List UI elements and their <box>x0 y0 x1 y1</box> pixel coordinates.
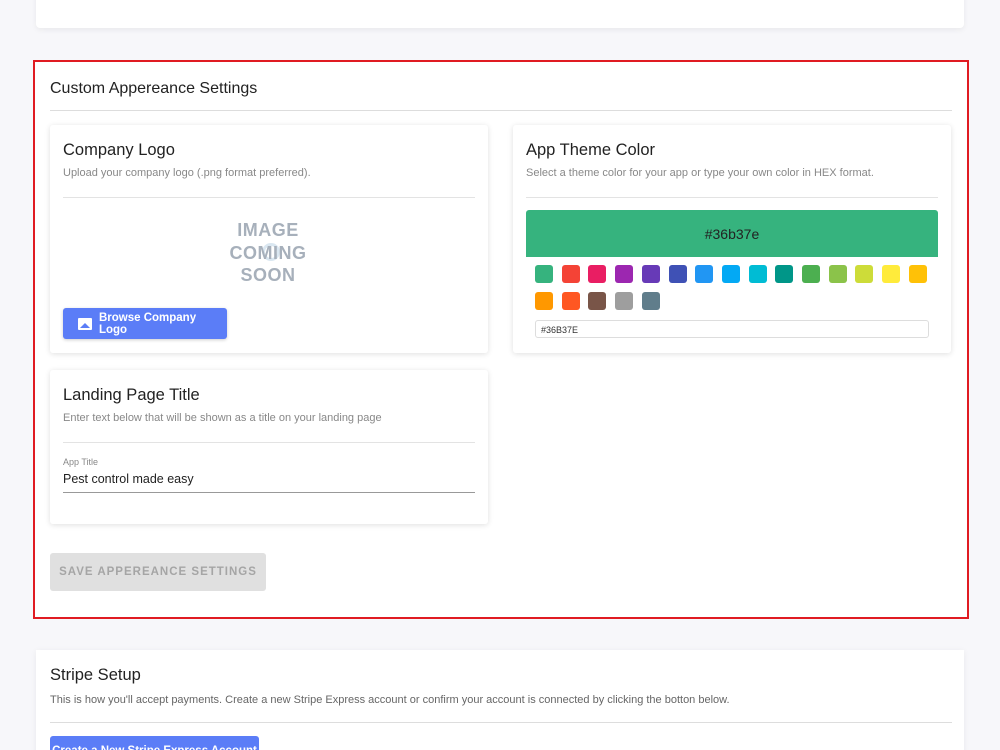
panel-title: App Theme Color <box>526 141 656 159</box>
color-swatch[interactable] <box>802 265 820 283</box>
color-swatch[interactable] <box>615 292 634 310</box>
divider <box>50 110 952 111</box>
color-swatch[interactable] <box>641 265 660 283</box>
image-icon <box>78 317 92 330</box>
color-swatch[interactable] <box>828 265 847 283</box>
color-swatch[interactable] <box>668 265 687 283</box>
color-swatch[interactable] <box>775 265 794 283</box>
color-swatch[interactable] <box>535 292 553 310</box>
divider <box>63 197 475 198</box>
browse-company-logo-button[interactable]: Browse Company Logo <box>63 308 227 339</box>
input-underline <box>63 492 475 493</box>
logo-placeholder-image: IMAGE COMING SOON <box>218 219 318 287</box>
button-label: Browse Company Logo <box>98 311 197 336</box>
stripe-setup-card: Stripe Setup This is how you'll accept p… <box>36 650 964 750</box>
previous-card <box>36 0 964 28</box>
app-title-input[interactable]: Pest control made easy <box>63 472 194 486</box>
color-swatch[interactable] <box>588 292 607 310</box>
divider <box>63 442 475 443</box>
color-swatch[interactable] <box>748 265 767 283</box>
landing-page-title-panel: Landing Page Title Enter text below that… <box>50 370 488 524</box>
stripe-subtitle: This is how you'll accept payments. Crea… <box>50 694 730 706</box>
color-swatch[interactable] <box>615 265 634 283</box>
placeholder-line: COMING <box>229 242 307 263</box>
panel-subtitle: Enter text below that will be shown as a… <box>63 412 382 424</box>
stripe-title: Stripe Setup <box>50 666 141 684</box>
color-swatch[interactable] <box>588 265 607 283</box>
panel-title: Company Logo <box>63 141 175 159</box>
color-swatch[interactable] <box>561 292 580 310</box>
placeholder-line: SOON <box>240 265 296 285</box>
color-swatch[interactable] <box>882 265 901 283</box>
color-swatch[interactable] <box>855 265 874 283</box>
color-preview: #36b37e <box>526 210 938 257</box>
panel-subtitle: Select a theme color for your app or typ… <box>526 167 874 179</box>
hex-color-input[interactable]: #36B37E <box>535 320 929 338</box>
color-swatch[interactable] <box>641 292 660 310</box>
panel-subtitle: Upload your company logo (.png format pr… <box>63 167 311 179</box>
app-theme-color-panel: App Theme Color Select a theme color for… <box>513 125 951 353</box>
color-swatch[interactable] <box>561 265 580 283</box>
divider <box>50 722 952 723</box>
company-logo-panel: Company Logo Upload your company logo (.… <box>50 125 488 353</box>
divider <box>526 197 938 198</box>
color-swatch[interactable] <box>908 265 927 283</box>
app-title-label: App Title <box>63 457 99 467</box>
color-swatch[interactable] <box>535 265 553 283</box>
color-swatch[interactable] <box>721 265 740 283</box>
placeholder-line: IMAGE <box>237 220 299 240</box>
color-swatch[interactable] <box>695 265 714 283</box>
create-stripe-account-button[interactable]: Create a New Stripe Express Account <box>50 736 259 750</box>
section-title: Custom Appereance Settings <box>50 80 258 97</box>
appearance-settings-section: Custom Appereance Settings Company Logo … <box>33 60 969 619</box>
panel-title: Landing Page Title <box>63 386 200 404</box>
save-appearance-settings-button[interactable]: SAVE APPEREANCE SETTINGS <box>50 553 266 591</box>
